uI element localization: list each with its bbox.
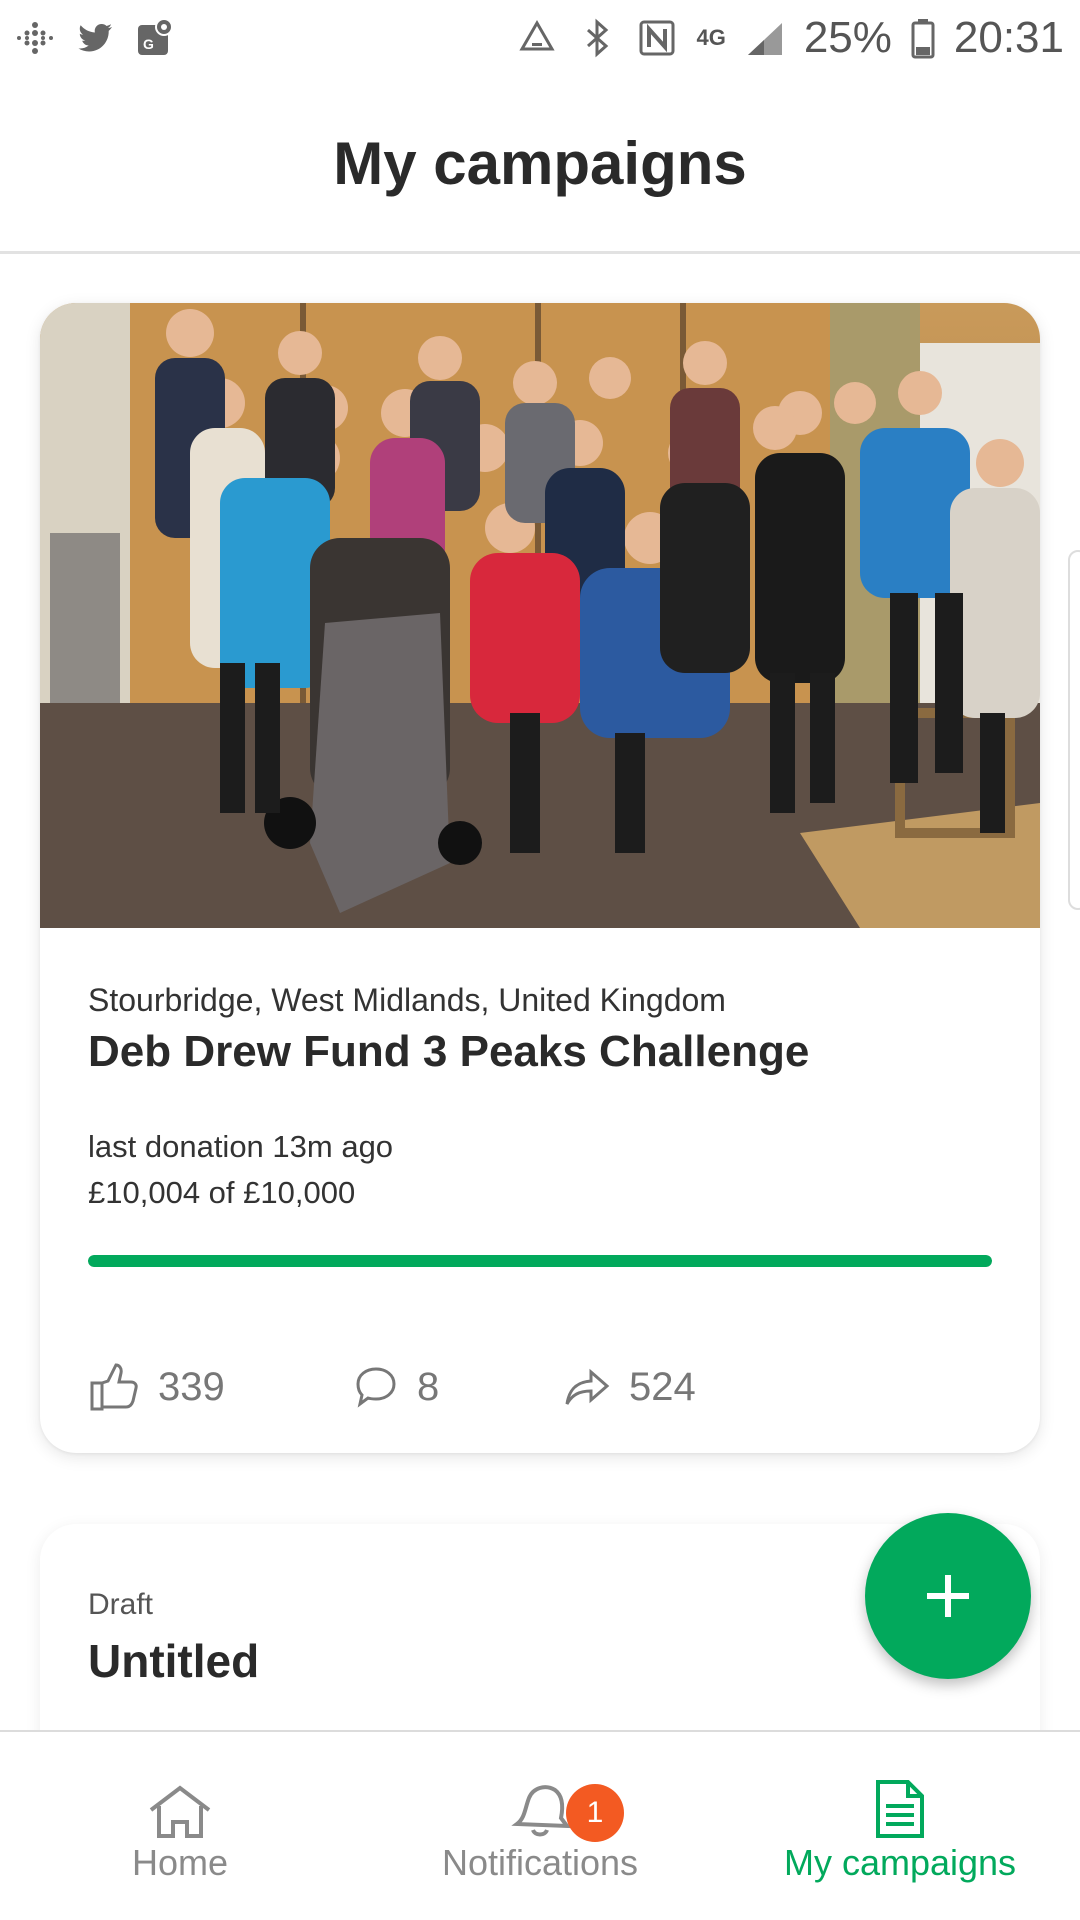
status-bar: G 4G 25% 20:31 (0, 0, 1080, 76)
nav-notifications[interactable]: Notifications 1 (360, 1732, 720, 1920)
page-title: My campaigns (333, 130, 747, 197)
notification-badge: 1 (566, 1784, 624, 1842)
home-icon (149, 1785, 211, 1838)
nav-notifications-label: Notifications (441, 1842, 639, 1883)
comment-count: 8 (417, 1364, 440, 1409)
share-button[interactable]: 524 (563, 1364, 696, 1410)
bluetooth-icon (587, 18, 609, 58)
document-icon (876, 1780, 924, 1838)
share-count: 524 (629, 1364, 696, 1409)
nfc-icon (639, 20, 675, 56)
bell-icon (511, 1785, 572, 1837)
campaign-card-body: Stourbridge, West Midlands, United Kingd… (40, 928, 1040, 1267)
status-right: 4G 25% 20:31 (516, 13, 1064, 63)
progress-fill (88, 1255, 992, 1267)
nav-my-campaigns-label: My campaigns (783, 1842, 1017, 1883)
nav-my-campaigns[interactable]: My campaigns (720, 1732, 1080, 1920)
battery-icon (911, 19, 935, 59)
maps-icon: G (138, 18, 173, 55)
plus-icon (927, 1575, 969, 1617)
next-card-edge (1068, 550, 1080, 910)
like-button[interactable]: 339 (88, 1361, 353, 1413)
like-count: 339 (158, 1364, 225, 1409)
comment-icon (356, 1367, 396, 1408)
draft-title: Untitled (88, 1635, 260, 1687)
sync-icon (519, 19, 556, 51)
add-campaign-button[interactable] (865, 1513, 1031, 1679)
draft-label: Draft (88, 1588, 154, 1621)
campaign-card[interactable]: Stourbridge, West Midlands, United Kingd… (40, 303, 1040, 1453)
nav-home-label: Home (131, 1842, 229, 1883)
progress-bar (88, 1255, 992, 1267)
grid-dots-icon (17, 22, 53, 54)
bottom-nav: Home Notifications 1 My campaigns (0, 1730, 1080, 1920)
clock: 20:31 (953, 13, 1064, 62)
campaign-photo (40, 303, 1040, 928)
group-photo-illustration (40, 303, 1040, 928)
svg-text:G: G (143, 36, 154, 52)
amount-raised: £10,004 of £10,000 (88, 1175, 356, 1210)
campaign-location: Stourbridge, West Midlands, United Kingd… (88, 982, 726, 1018)
app-header: My campaigns (0, 76, 1080, 254)
signal-icon (747, 23, 782, 55)
share-icon (565, 1368, 610, 1405)
battery-percent: 25% (803, 13, 892, 62)
last-donation: last donation 13m ago (88, 1129, 394, 1164)
comment-button[interactable]: 8 (353, 1364, 563, 1410)
twitter-icon (78, 24, 112, 52)
campaign-title[interactable]: Deb Drew Fund 3 Peaks Challenge (88, 1027, 992, 1077)
campaign-actions: 339 8 524 (88, 1361, 696, 1413)
network-type: 4G (696, 25, 726, 50)
status-left: G (14, 17, 176, 59)
thumbs-up-icon (90, 1363, 138, 1411)
nav-home[interactable]: Home (0, 1732, 360, 1920)
